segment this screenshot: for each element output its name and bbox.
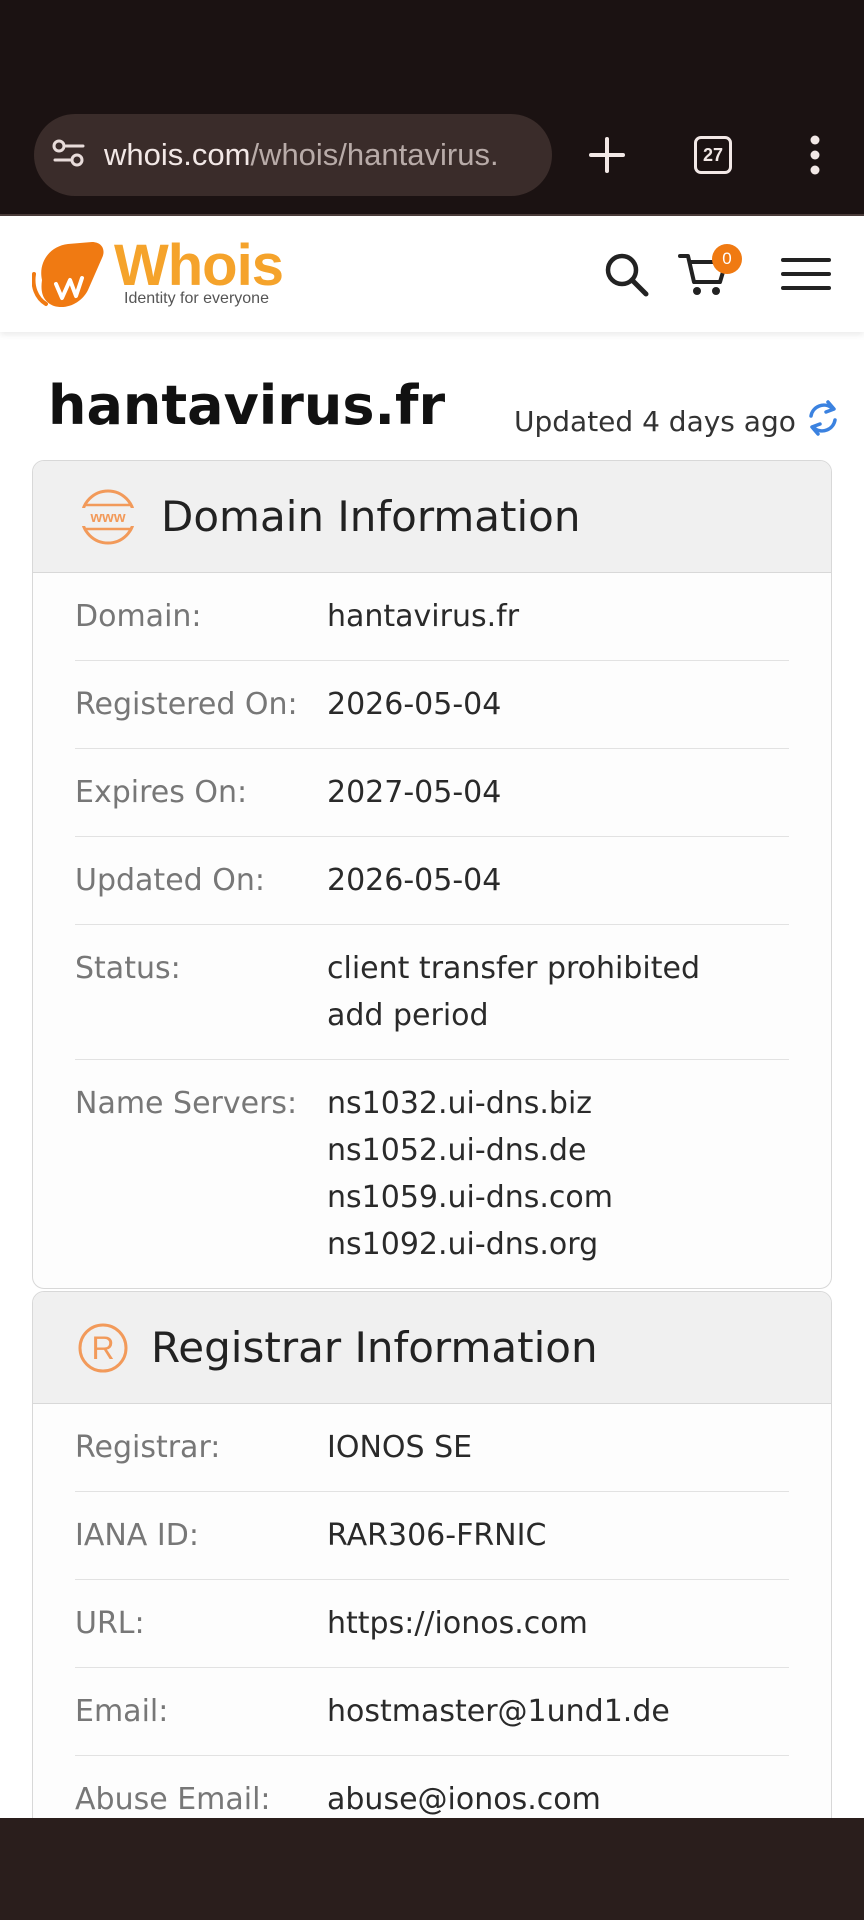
field-value: client transfer prohibited add period bbox=[327, 945, 789, 1039]
field-value: IONOS SE bbox=[327, 1424, 789, 1471]
field-value: hostmaster@1und1.de bbox=[327, 1688, 789, 1735]
page-title: hantavirus.fr bbox=[48, 374, 446, 437]
search-icon bbox=[605, 253, 649, 297]
registrar-info-row: Email: hostmaster@1und1.de bbox=[75, 1668, 789, 1756]
search-button[interactable] bbox=[598, 246, 654, 302]
field-label: Expires On: bbox=[75, 775, 248, 810]
more-vert-icon bbox=[810, 135, 820, 175]
registrar-information-header: R Registrar Information bbox=[33, 1292, 831, 1404]
field-label: Abuse Email: bbox=[75, 1782, 271, 1817]
url-host: whois.com bbox=[104, 137, 251, 172]
field-label: Domain: bbox=[75, 599, 202, 634]
field-label: Registrar: bbox=[75, 1430, 221, 1465]
updated-text: Updated 4 days ago bbox=[514, 405, 796, 438]
svg-text:R: R bbox=[91, 1330, 114, 1366]
logo-tagline: Identity for everyone bbox=[124, 290, 269, 307]
registered-trademark-icon: R bbox=[78, 1323, 128, 1372]
domain-information-card: www Domain Information Domain: hantavirus… bbox=[32, 460, 832, 1289]
cart-count-badge: 0 bbox=[712, 244, 742, 274]
field-value-line: ns1052.ui-dns.de bbox=[327, 1133, 587, 1168]
field-value: 2026-05-04 bbox=[327, 857, 789, 904]
field-value-line: ns1059.ui-dns.com bbox=[327, 1180, 613, 1215]
field-value: 2027-05-04 bbox=[327, 769, 789, 816]
field-value-line: IONOS SE bbox=[327, 1430, 473, 1465]
registrar-information-card: R Registrar Information Registrar: IONOS … bbox=[32, 1291, 832, 1851]
domain-information-rows: Domain: hantavirus.fr Registered On: 2026-0… bbox=[33, 573, 831, 1288]
field-value-line: add period bbox=[327, 998, 489, 1033]
domain-information-header: www Domain Information bbox=[33, 461, 831, 573]
domain-info-row: Name Servers: ns1032.ui-dns.biz ns1052.ui-… bbox=[75, 1060, 789, 1288]
field-label: Email: bbox=[75, 1694, 169, 1729]
whois-logo[interactable]: Whois Identity for everyone bbox=[32, 233, 292, 314]
refresh-icon bbox=[809, 400, 837, 436]
registrar-info-row: URL: https://ionos.com bbox=[75, 1580, 789, 1668]
url-path: /whois/hantavirus. bbox=[250, 137, 499, 172]
field-value-line: 2026-05-04 bbox=[327, 863, 502, 898]
field-value: hantavirus.fr bbox=[327, 593, 789, 640]
registrar-info-row: Registrar: IONOS SE bbox=[75, 1404, 789, 1492]
field-label: Updated On: bbox=[75, 863, 265, 898]
registrar-info-row: IANA ID: RAR306-FRNIC bbox=[75, 1492, 789, 1580]
registrar-information-title: Registrar Information bbox=[151, 1323, 598, 1372]
field-value-line: 2026-05-04 bbox=[327, 687, 502, 722]
refresh-button[interactable] bbox=[806, 400, 840, 443]
field-value-line: hantavirus.fr bbox=[327, 599, 520, 634]
url-text: whois.com/whois/hantavirus. bbox=[104, 137, 499, 173]
tab-count: 27 bbox=[702, 144, 724, 165]
domain-info-row: Registered On: 2026-05-04 bbox=[75, 661, 789, 749]
field-value-line: ns1092.ui-dns.org bbox=[327, 1227, 599, 1262]
hamburger-menu-icon bbox=[781, 258, 831, 290]
field-value: abuse@ionos.com bbox=[327, 1776, 789, 1823]
menu-button[interactable] bbox=[778, 246, 834, 302]
plus-icon bbox=[589, 137, 625, 173]
address-bar[interactable]: whois.com/whois/hantavirus. bbox=[34, 114, 552, 196]
field-label: Registered On: bbox=[75, 687, 298, 722]
system-navigation-bar bbox=[0, 1818, 864, 1920]
site-header: Whois Identity for everyone 0 bbox=[0, 216, 864, 332]
field-label: IANA ID: bbox=[75, 1518, 199, 1553]
updated-status: Updated 4 days ago bbox=[514, 400, 840, 443]
www-globe-icon: www bbox=[79, 489, 137, 544]
field-value: RAR306-FRNIC bbox=[327, 1512, 789, 1559]
field-value: https://ionos.com bbox=[327, 1600, 789, 1647]
field-value-line: client transfer prohibited bbox=[327, 951, 701, 986]
field-value-line: abuse@ionos.com bbox=[327, 1782, 601, 1817]
domain-info-row: Status: client transfer prohibited add per… bbox=[75, 925, 789, 1060]
field-label: Status: bbox=[75, 951, 181, 986]
field-value-line: RAR306-FRNIC bbox=[327, 1518, 547, 1553]
browser-menu-button[interactable] bbox=[790, 114, 840, 196]
field-value: ns1032.ui-dns.biz ns1052.ui-dns.de ns1059.… bbox=[327, 1080, 789, 1268]
field-value-line: hostmaster@1und1.de bbox=[327, 1694, 670, 1729]
site-settings-icon[interactable] bbox=[52, 138, 86, 172]
browser-toolbar: whois.com/whois/hantavirus. 27 bbox=[0, 0, 864, 216]
field-value-line: ns1032.ui-dns.biz bbox=[327, 1086, 593, 1121]
logo-wordmark: Whois bbox=[114, 233, 284, 298]
tab-count-icon: 27 bbox=[694, 136, 732, 174]
registrar-information-rows: Registrar: IONOS SE IANA ID: RAR306-FRNIC UR… bbox=[33, 1404, 831, 1843]
logo-mark-icon bbox=[32, 242, 104, 308]
field-value: 2026-05-04 bbox=[327, 681, 789, 728]
domain-info-row: Updated On: 2026-05-04 bbox=[75, 837, 789, 925]
domain-information-title: Domain Information bbox=[161, 492, 581, 541]
domain-info-row: Expires On: 2027-05-04 bbox=[75, 749, 789, 837]
tab-switcher-button[interactable]: 27 bbox=[680, 114, 746, 196]
cart-button[interactable]: 0 bbox=[676, 244, 742, 302]
field-value-line: https://ionos.com bbox=[327, 1606, 588, 1641]
field-label: URL: bbox=[75, 1606, 145, 1641]
new-tab-button[interactable] bbox=[572, 114, 642, 196]
svg-text:www: www bbox=[89, 509, 125, 526]
field-label: Name Servers: bbox=[75, 1086, 298, 1121]
domain-info-row: Domain: hantavirus.fr bbox=[75, 573, 789, 661]
field-value-line: 2027-05-04 bbox=[327, 775, 502, 810]
